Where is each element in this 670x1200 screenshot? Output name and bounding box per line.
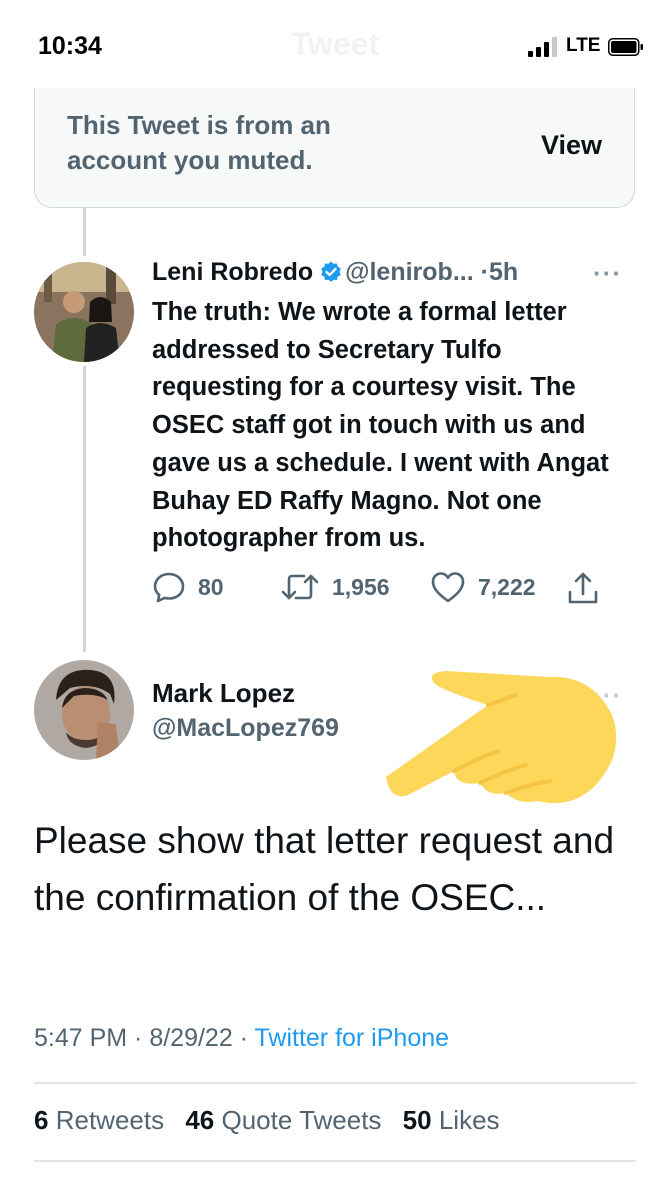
tweet-age[interactable]: 5h: [489, 258, 518, 286]
reply-icon: [153, 572, 185, 603]
battery-icon: [608, 38, 643, 56]
tweet-text: Please show that letter request and the …: [34, 820, 615, 918]
more-options-icon[interactable]: ···: [593, 258, 622, 289]
like-count: 7,222: [478, 573, 536, 600]
network-type: LTE: [566, 35, 601, 56]
muted-tweet-notice: This Tweet is from an account you muted.…: [34, 88, 635, 208]
avatar-mark-lopez[interactable]: [34, 660, 134, 760]
author-handle[interactable]: @MacLopez769: [152, 714, 339, 743]
reply-button[interactable]: 80: [152, 570, 224, 604]
tweet-source-link[interactable]: Twitter for iPhone: [255, 1024, 450, 1052]
tweet-stats: 6 Retweets 46 Quote Tweets 50 Likes: [34, 1105, 514, 1136]
author-handle[interactable]: @lenirob...: [345, 258, 474, 286]
reply-count: 80: [198, 573, 224, 600]
divider: [34, 1160, 636, 1162]
avatar-leni-robredo[interactable]: [34, 262, 134, 362]
tweet-timestamp[interactable]: 5:47 PM · 8/29/22 ·: [34, 1024, 255, 1052]
view-muted-tweet-button[interactable]: View: [541, 130, 602, 161]
retweet-icon: [281, 574, 319, 600]
heart-icon: [431, 572, 465, 603]
verified-badge-icon: [321, 261, 341, 282]
quote-tweets-count: 46: [185, 1105, 215, 1135]
thread-connector-line: [83, 208, 86, 256]
muted-notice-text: This Tweet is from an account you muted.: [67, 110, 331, 175]
signal-strength-icon: [528, 37, 557, 57]
quote-tweets-stat[interactable]: 46 Quote Tweets: [185, 1105, 381, 1135]
quoted-tweet-text: The truth: We wrote a formal letter addr…: [152, 298, 609, 553]
thread-connector-line: [83, 366, 86, 652]
quoted-tweet-header: Leni Robredo @lenirob... ·5h: [152, 258, 518, 287]
retweets-stat[interactable]: 6 Retweets: [34, 1105, 164, 1135]
separator-dot: ·: [480, 258, 489, 286]
author-name[interactable]: Leni Robredo: [152, 258, 313, 286]
retweets-count: 6: [34, 1105, 49, 1135]
retweet-count: 1,956: [332, 573, 390, 600]
share-icon[interactable]: [566, 570, 600, 606]
author-name[interactable]: Mark Lopez: [152, 678, 295, 709]
like-button[interactable]: 7,222: [430, 570, 536, 604]
likes-count: 50: [402, 1105, 432, 1135]
likes-label: Likes: [438, 1105, 500, 1135]
quote-tweets-label: Quote Tweets: [221, 1105, 382, 1135]
status-bar: 10:34 Tweet LTE: [0, 0, 670, 90]
retweet-button[interactable]: 1,956: [280, 570, 390, 604]
pointing-hand-emoji-icon: [386, 671, 617, 804]
retweets-label: Retweets: [55, 1105, 165, 1135]
likes-stat[interactable]: 50 Likes: [403, 1105, 500, 1135]
tweet-action-bar: 80 1,956 7,222: [152, 570, 622, 610]
tweet-metadata: 5:47 PM · 8/29/22 · Twitter for iPhone: [34, 1024, 449, 1053]
divider: [34, 1082, 636, 1084]
